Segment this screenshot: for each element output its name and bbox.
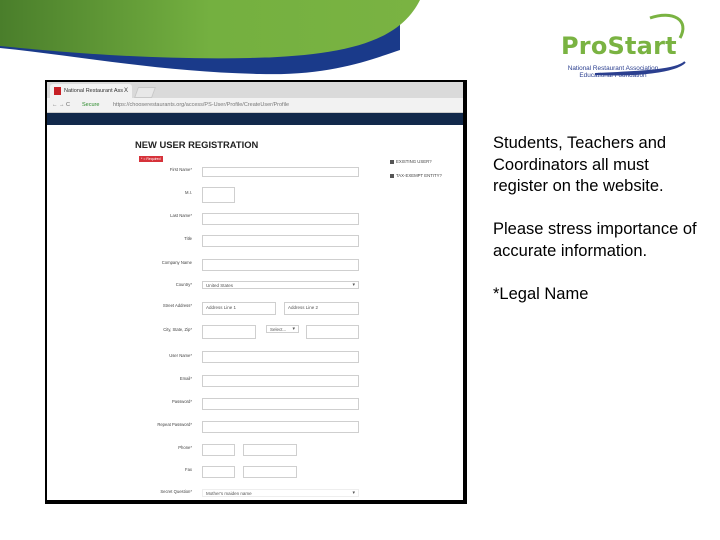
notes-paragraph-3: *Legal Name <box>493 285 589 304</box>
mi-label: M.I. <box>185 190 192 195</box>
tab-strip: National Restaurant Ass X <box>47 82 463 98</box>
url-text[interactable]: https://chooserestaurants.org/access/PS-… <box>113 98 289 112</box>
notes-paragraph-2: Please stress importance of accurate inf… <box>493 220 697 260</box>
checkbox-icon <box>390 159 394 164</box>
phone-label: Phone* <box>178 445 192 450</box>
address-line2-input[interactable]: Address Line 2 <box>284 302 359 315</box>
password-label: Password* <box>171 399 192 404</box>
registration-page: NEW USER REGISTRATION * = Required EXIST… <box>47 125 463 500</box>
logo-subtitle: National Restaurant Association Educatio… <box>558 65 668 79</box>
phone-area-input[interactable] <box>202 444 235 456</box>
browser-window: National Restaurant Ass X ← → C Secure h… <box>47 82 463 500</box>
zip-input[interactable] <box>306 325 359 339</box>
browser-tab[interactable]: National Restaurant Ass X <box>50 84 132 98</box>
mi-input[interactable] <box>202 187 235 203</box>
existing-user-option[interactable]: EXISTING USER? <box>390 159 432 164</box>
city-state-zip-label: City, State, Zip* <box>163 327 192 332</box>
country-label: Country* <box>175 282 192 287</box>
first-name-label: First Name* <box>169 167 192 172</box>
secure-label: Secure <box>82 102 100 108</box>
address-line1-input[interactable]: Address Line 1 <box>202 302 276 315</box>
last-name-label: Last Name* <box>170 213 192 218</box>
email-label: Email* <box>179 376 192 381</box>
required-badge: * = Required <box>139 156 163 162</box>
page-title: NEW USER REGISTRATION <box>135 139 259 150</box>
state-select[interactable]: Select... <box>266 325 299 333</box>
repeat-password-input[interactable] <box>202 421 359 433</box>
street-address-label: Street Address* <box>162 303 192 308</box>
registration-screenshot: National Restaurant Ass X ← → C Secure h… <box>45 80 467 504</box>
checkbox-icon <box>390 173 394 178</box>
tab-title: National Restaurant Ass <box>64 88 124 94</box>
tax-exempt-option[interactable]: TAX-EXEMPT ENTITY? <box>390 173 442 178</box>
company-name-input[interactable] <box>202 259 359 271</box>
secret-question-label: Secret Question* <box>160 489 192 494</box>
company-name-label: Company Name <box>161 260 192 265</box>
fax-number-input[interactable] <box>243 466 297 478</box>
tab-close-icon[interactable]: X <box>124 84 128 98</box>
password-input[interactable] <box>202 398 359 410</box>
new-tab-button[interactable] <box>133 87 157 98</box>
title-label: Title <box>184 236 192 241</box>
fax-label: Fax <box>185 467 192 472</box>
user-name-label: User Name* <box>169 353 192 358</box>
slide-notes: Students, Teachers and Coordinators all … <box>493 133 703 327</box>
email-input[interactable] <box>202 375 359 387</box>
site-navbar <box>47 113 463 125</box>
logo-subtitle-line2: Educational Foundation <box>579 72 647 79</box>
last-name-input[interactable] <box>202 213 359 225</box>
tax-exempt-label: TAX-EXEMPT ENTITY? <box>396 173 442 178</box>
repeat-password-label: Repeat Password* <box>157 422 192 427</box>
user-name-input[interactable] <box>202 351 359 363</box>
logo-subtitle-line1: National Restaurant Association <box>567 65 659 72</box>
existing-user-label: EXISTING USER? <box>396 159 432 164</box>
address-bar[interactable]: ← → C Secure https://chooserestaurants.o… <box>47 98 463 113</box>
site-favicon-icon <box>54 87 61 95</box>
logo-title: ProStart <box>561 32 677 60</box>
nav-back-forward-reload-icon[interactable]: ← → C <box>52 98 70 112</box>
prostart-logo: ProStart National Restaurant Association… <box>555 10 705 79</box>
phone-number-input[interactable] <box>243 444 297 456</box>
country-select[interactable]: United States <box>202 281 359 289</box>
fax-area-input[interactable] <box>202 466 235 478</box>
city-input[interactable] <box>202 325 256 339</box>
title-input[interactable] <box>202 235 359 247</box>
secret-question-select[interactable]: Mother's maiden name <box>202 489 359 497</box>
notes-paragraph-1: Students, Teachers and Coordinators all … <box>493 134 667 196</box>
first-name-input[interactable] <box>202 167 359 177</box>
